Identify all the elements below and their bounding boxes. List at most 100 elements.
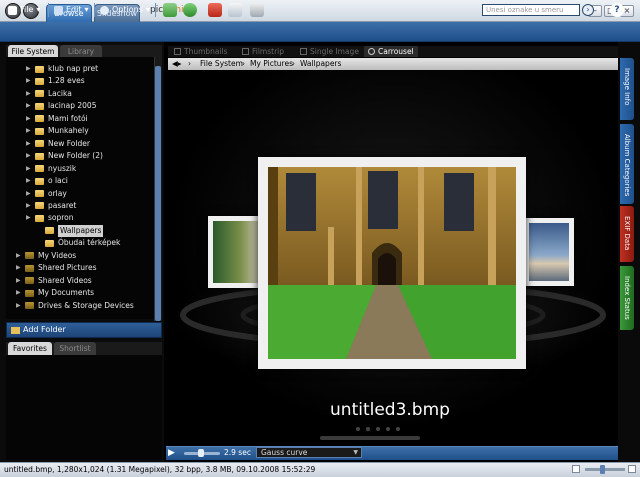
tree-item[interactable]: ▶ 1.28 eves — [26, 75, 85, 87]
edit-menu-button[interactable]: Edit ▾ — [54, 3, 89, 17]
expand-arrow-icon[interactable]: ▶ — [16, 300, 22, 312]
tree-item-label: klub nap pret — [48, 64, 99, 73]
expand-arrow-icon[interactable]: ▶ — [26, 163, 32, 175]
fit-icon[interactable] — [572, 465, 580, 473]
folder-icon — [35, 152, 44, 160]
expand-arrow-icon[interactable]: ▶ — [26, 175, 32, 187]
speed-slider-thumb[interactable] — [198, 449, 204, 457]
tree-item[interactable]: ▶ Munkahely — [26, 125, 89, 137]
tree-item[interactable]: Wallpapers — [36, 224, 104, 237]
file-menu-button[interactable]: File ▾ — [8, 3, 40, 17]
tab-single-image[interactable]: Single Image — [300, 46, 359, 57]
tree-item[interactable]: ▶ Shared Pictures — [16, 262, 97, 274]
import-icon[interactable] — [163, 3, 177, 17]
tree-item[interactable]: ▶ New Folder (2) — [26, 150, 103, 162]
expand-arrow-icon[interactable]: ▶ — [26, 88, 32, 100]
breadcrumb-my-pictures[interactable]: My Pictures — [250, 58, 293, 70]
expand-arrow-icon[interactable]: ▶ — [26, 125, 32, 137]
tree-item-label: nyuszik — [48, 163, 77, 173]
file-icon — [8, 5, 17, 15]
tab-album-categories[interactable]: Album Categories — [620, 124, 634, 204]
tree-item[interactable]: ▶ klub nap pret — [26, 63, 98, 75]
image-caption: untitled3.bmp — [330, 400, 450, 420]
page-dot[interactable] — [386, 427, 390, 431]
tree-item[interactable]: ▶ Drives & Storage Devices — [16, 300, 134, 312]
carrousel-image-main[interactable] — [258, 157, 526, 369]
expand-arrow-icon[interactable]: ▶ — [26, 150, 32, 162]
tab-filmstrip[interactable]: Filmstrip — [242, 46, 284, 57]
tree-item[interactable]: ▶ orlay — [26, 188, 67, 200]
tree-item[interactable]: ▶ lacinap 2005 — [26, 100, 96, 112]
tab-image-info[interactable]: Image Info — [620, 58, 634, 120]
tree-item[interactable]: ▶ My Videos — [16, 250, 76, 262]
search-input[interactable]: Unesi oznake u smeru — [482, 4, 580, 16]
folder-icon — [35, 190, 44, 197]
folder-icon — [35, 102, 44, 110]
expand-arrow-icon[interactable]: ▶ — [26, 113, 32, 125]
tree-item[interactable]: ▶ My Documents — [16, 287, 94, 299]
expand-arrow-icon[interactable]: ▶ — [26, 188, 32, 200]
breadcrumb-wallpapers[interactable]: Wallpapers — [300, 58, 341, 70]
breadcrumb-separator-icon: › — [188, 59, 191, 68]
email-icon[interactable] — [228, 3, 242, 17]
page-dot[interactable] — [366, 427, 370, 431]
add-folder-button[interactable]: Add Folder — [6, 322, 162, 338]
options-menu-button[interactable]: Options ▾ — [100, 3, 150, 17]
tree-item-label: Lacika — [48, 88, 72, 98]
tree-item[interactable]: Óbudai térképek — [36, 237, 120, 249]
play-icon[interactable]: ▶ — [168, 448, 178, 458]
expand-arrow-icon[interactable]: ▶ — [16, 275, 22, 287]
tree-item[interactable]: ▶ New Folder — [26, 138, 90, 150]
folder-icon — [25, 289, 34, 297]
page-dot[interactable] — [356, 427, 360, 431]
zoom-slider[interactable] — [585, 468, 625, 471]
tree-item[interactable]: ▶ Shared Videos — [16, 275, 92, 287]
delete-icon[interactable] — [208, 3, 222, 17]
expand-arrow-icon[interactable]: ▶ — [26, 75, 32, 87]
folder-icon — [25, 277, 34, 285]
transition-select[interactable]: Gauss curve ▼ — [256, 447, 362, 458]
expand-arrow-icon[interactable]: ▶ — [26, 138, 32, 150]
back-arrow-icon[interactable]: ◀▸ — [172, 58, 182, 70]
page-dot[interactable] — [396, 427, 400, 431]
expand-arrow-icon[interactable]: ▶ — [26, 212, 32, 224]
expand-arrow-icon[interactable]: ▶ — [26, 200, 32, 212]
expand-arrow-icon[interactable]: ▶ — [26, 63, 32, 75]
folder-icon — [35, 77, 44, 85]
rotate-icon[interactable] — [183, 3, 197, 17]
tree-item[interactable]: ▶ sopron — [26, 212, 74, 224]
page-dot[interactable] — [376, 427, 380, 431]
tree-scrollbar-thumb[interactable] — [155, 66, 161, 321]
tab-favorites[interactable]: Favorites — [8, 342, 52, 355]
tree-item[interactable]: ▶ nyuszik — [26, 163, 76, 175]
expand-arrow-icon[interactable]: ▶ — [16, 287, 22, 299]
tree-item[interactable]: ▶ o laci — [26, 175, 68, 187]
tree-item[interactable]: ▶ pasaret — [26, 200, 76, 212]
carrousel-image-right[interactable] — [524, 218, 574, 286]
expand-arrow-icon[interactable]: ▶ — [26, 100, 32, 112]
breadcrumb-file-system[interactable]: File System — [200, 58, 243, 70]
folder-icon — [35, 140, 44, 148]
search-icon[interactable]: › — [582, 4, 594, 16]
carrousel-image-left[interactable] — [208, 216, 264, 288]
zoom-slider-thumb[interactable] — [600, 465, 605, 474]
tree-item[interactable]: ▶ Mami fotói — [26, 113, 88, 125]
expand-arrow-icon[interactable]: ▶ — [16, 250, 22, 262]
zoom-in-icon[interactable] — [628, 465, 636, 473]
folder-icon — [45, 227, 54, 235]
folder-icon — [35, 127, 44, 135]
tab-thumbnails[interactable]: Thumbnails — [174, 46, 228, 57]
tab-carrousel[interactable]: Carrousel — [364, 46, 418, 57]
tree-item[interactable]: ▶ Lacika — [26, 88, 72, 100]
expand-arrow-icon[interactable]: ▶ — [16, 262, 22, 274]
folder-icon — [35, 65, 44, 73]
view-tabs: Thumbnails Filmstrip Single Image Carrou… — [168, 46, 618, 57]
print-icon[interactable] — [250, 3, 264, 17]
thumbnails-icon — [174, 48, 181, 55]
tab-index-status[interactable]: Index Status — [620, 266, 634, 330]
tab-shortlist[interactable]: Shortlist — [54, 342, 96, 355]
carrousel-scrollbar[interactable] — [320, 436, 420, 440]
tab-exif-data[interactable]: EXIF Data — [620, 206, 634, 262]
help-icon[interactable]: ? — [610, 3, 624, 17]
folder-add-icon — [11, 326, 20, 334]
